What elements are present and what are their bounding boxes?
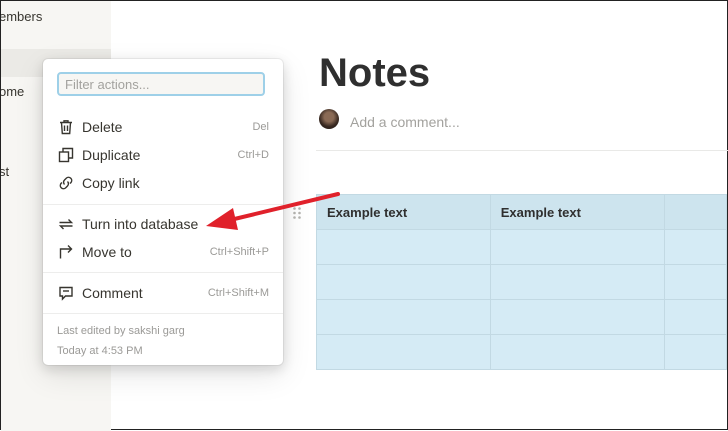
table-row	[316, 264, 727, 300]
table-cell[interactable]	[663, 229, 727, 265]
menu-item-shortcut: Ctrl+Shift+M	[207, 287, 269, 299]
filter-actions-input[interactable]	[57, 72, 265, 96]
table-cell[interactable]	[663, 194, 727, 230]
move-to-icon	[57, 243, 75, 261]
menu-item-label: Move to	[82, 244, 132, 260]
avatar	[319, 109, 339, 129]
menu-item-label: Delete	[82, 119, 123, 135]
page-title[interactable]: Notes	[319, 51, 430, 96]
table-cell[interactable]	[316, 264, 491, 300]
add-comment-input[interactable]: Add a comment...	[350, 114, 460, 130]
link-icon	[57, 174, 75, 192]
menu-item-shortcut: Ctrl+D	[237, 149, 269, 161]
menu-item-label: Comment	[82, 285, 143, 301]
menu-item-turn-into-database[interactable]: Turn into database	[43, 212, 283, 236]
sidebar-item-members[interactable]: embers	[1, 9, 42, 24]
menu-item-label: Duplicate	[82, 147, 141, 163]
drag-handle-icon[interactable]	[292, 206, 302, 220]
table-row	[316, 299, 727, 335]
comment-icon	[57, 284, 75, 302]
menu-divider	[43, 204, 283, 205]
duplicate-icon	[57, 146, 75, 164]
table-cell[interactable]	[489, 299, 665, 335]
table-cell[interactable]	[316, 334, 491, 370]
table-cell[interactable]	[663, 264, 727, 300]
trash-icon	[57, 118, 75, 136]
menu-item-move-to[interactable]: Move to Ctrl+Shift+P	[43, 240, 283, 264]
turn-into-icon	[57, 215, 75, 233]
menu-item-label: Turn into database	[82, 216, 199, 232]
menu-item-copy-link[interactable]: Copy link	[43, 171, 283, 195]
simple-table: Example text Example text	[316, 194, 727, 370]
menu-item-label: Copy link	[82, 175, 140, 191]
table-row	[316, 334, 727, 370]
sidebar-item-list[interactable]: st	[1, 164, 9, 179]
block-actions-menu: Delete Del Duplicate Ctrl+D Copy link Tu…	[43, 59, 283, 365]
menu-item-shortcut: Del	[252, 121, 269, 133]
table-cell[interactable]	[663, 299, 727, 335]
table-cell[interactable]: Example text	[489, 194, 665, 230]
table-cell[interactable]	[489, 334, 665, 370]
sidebar-item-home[interactable]: ome	[1, 84, 24, 99]
table-row	[316, 229, 727, 265]
menu-divider	[43, 272, 283, 273]
table-cell[interactable]	[489, 229, 665, 265]
menu-item-shortcut: Ctrl+Shift+P	[209, 246, 269, 258]
menu-item-duplicate[interactable]: Duplicate Ctrl+D	[43, 143, 283, 167]
divider	[316, 150, 728, 151]
menu-divider	[43, 313, 283, 314]
table-cell[interactable]	[316, 299, 491, 335]
table-header-row: Example text Example text	[316, 194, 727, 230]
menu-item-delete[interactable]: Delete Del	[43, 115, 283, 139]
last-edited-time: Today at 4:53 PM	[57, 345, 143, 357]
table-cell[interactable]	[663, 334, 727, 370]
table-cell[interactable]: Example text	[316, 194, 491, 230]
last-edited-by: Last edited by sakshi garg	[57, 325, 185, 337]
table-cell[interactable]	[316, 229, 491, 265]
menu-item-comment[interactable]: Comment Ctrl+Shift+M	[43, 281, 283, 305]
table-cell[interactable]	[489, 264, 665, 300]
